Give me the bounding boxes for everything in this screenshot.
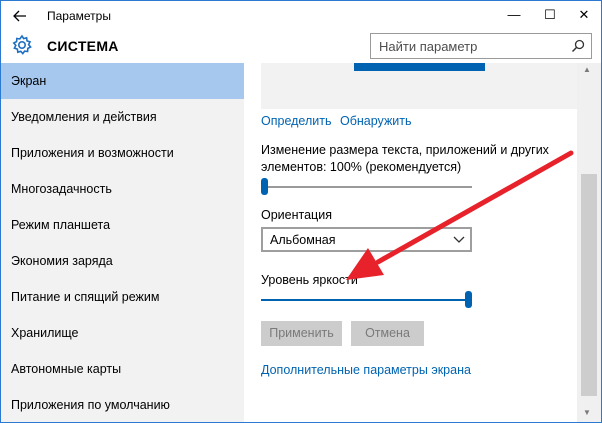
identify-link[interactable]: Определить	[261, 114, 331, 128]
close-button[interactable]: ✕	[567, 1, 601, 29]
sidebar-item-storage[interactable]: Хранилище	[1, 315, 244, 351]
scroll-up-arrow-icon[interactable]: ▲	[583, 65, 591, 74]
app-header: СИСТЕМА Найти параметр	[1, 31, 601, 63]
apply-button[interactable]: Применить	[261, 321, 342, 346]
sidebar-item-battery-saver[interactable]: Экономия заряда	[1, 243, 244, 279]
display-settings-panel: Определить Обнаружить Изменение размера …	[244, 63, 577, 422]
sidebar-item-notifications[interactable]: Уведомления и действия	[1, 99, 244, 135]
brightness-slider-track	[261, 299, 472, 301]
sidebar-item-default-apps[interactable]: Приложения по умолчанию	[1, 387, 244, 422]
monitor-tile[interactable]	[354, 63, 485, 71]
sidebar: Экран Уведомления и действия Приложения …	[1, 63, 244, 422]
orientation-dropdown[interactable]: Альбомная	[261, 227, 472, 252]
scrollbar-thumb[interactable]	[581, 174, 597, 396]
search-icon[interactable]	[571, 39, 585, 53]
orientation-label: Ориентация	[261, 208, 332, 222]
search-input[interactable]: Найти параметр	[370, 33, 592, 59]
maximize-button[interactable]: ☐	[533, 1, 567, 29]
page-title: СИСТЕМА	[47, 38, 119, 54]
scale-slider-thumb[interactable]	[261, 178, 268, 195]
brightness-slider-thumb[interactable]	[465, 291, 472, 308]
settings-window: Параметры — ☐ ✕ СИСТЕМА Найти параметр Э…	[0, 0, 602, 423]
sidebar-item-tablet-mode[interactable]: Режим планшета	[1, 207, 244, 243]
cancel-button[interactable]: Отмена	[351, 321, 424, 346]
chevron-down-icon	[453, 236, 465, 243]
gear-icon	[12, 34, 32, 55]
scroll-down-arrow-icon[interactable]: ▼	[583, 408, 591, 417]
sidebar-item-power-sleep[interactable]: Питание и спящий режим	[1, 279, 244, 315]
orientation-value: Альбомная	[270, 233, 336, 247]
scale-slider-track	[261, 186, 472, 188]
monitor-preview	[261, 63, 577, 109]
sidebar-item-display[interactable]: Экран	[1, 63, 244, 99]
scale-label-line-2: элементов: 100% (рекомендуется)	[261, 160, 462, 174]
scrollbar[interactable]: ▲ ▼	[577, 63, 601, 422]
scale-label-line-1: Изменение размера текста, приложений и д…	[261, 143, 549, 157]
sidebar-item-multitasking[interactable]: Многозадачность	[1, 171, 244, 207]
search-placeholder: Найти параметр	[379, 39, 478, 54]
title-bar: Параметры — ☐ ✕	[1, 1, 601, 31]
advanced-display-settings-link[interactable]: Дополнительные параметры экрана	[261, 363, 471, 377]
brightness-label: Уровень яркости	[261, 273, 358, 287]
minimize-button[interactable]: —	[497, 1, 531, 29]
detect-link[interactable]: Обнаружить	[340, 114, 412, 128]
arrow-left-icon	[13, 10, 26, 22]
sidebar-item-apps[interactable]: Приложения и возможности	[1, 135, 244, 171]
back-button[interactable]	[7, 5, 33, 27]
window-title: Параметры	[47, 9, 111, 23]
sidebar-item-offline-maps[interactable]: Автономные карты	[1, 351, 244, 387]
